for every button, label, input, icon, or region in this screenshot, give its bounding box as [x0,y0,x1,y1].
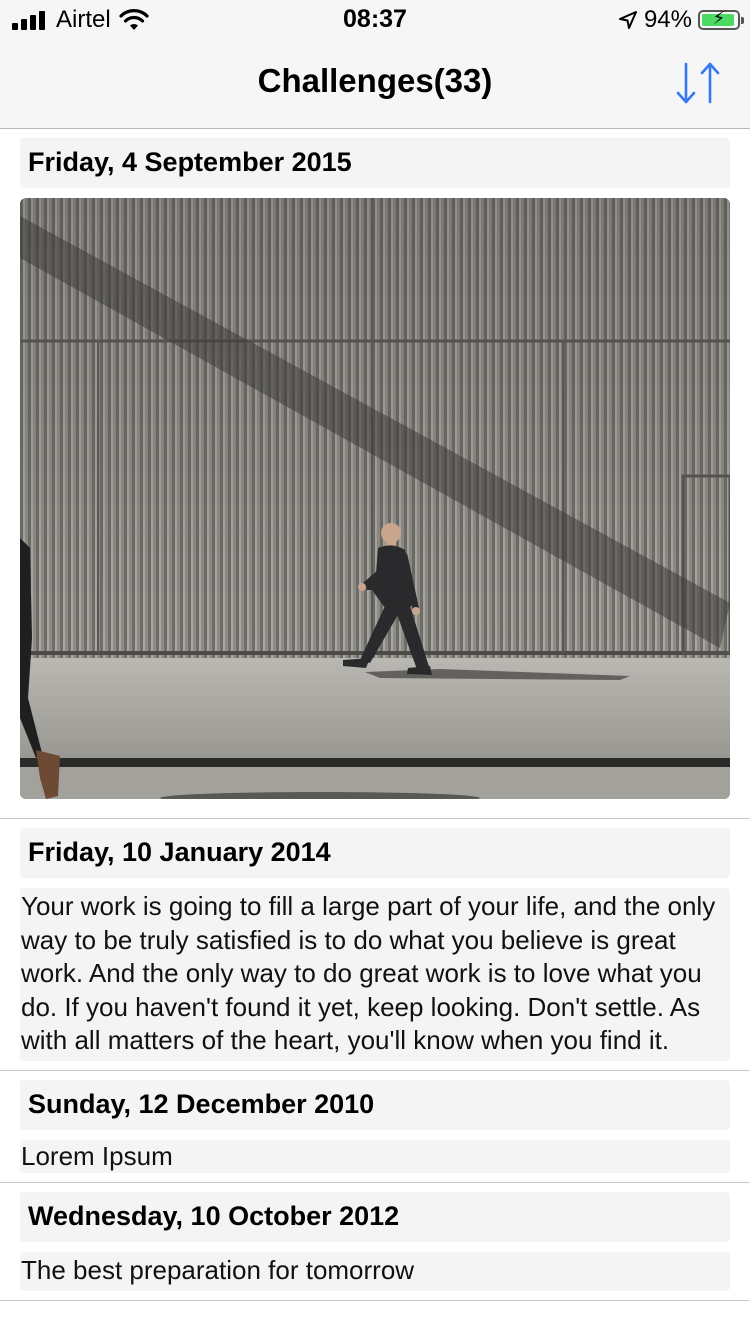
status-right: 94% ⚡ [618,6,744,34]
battery-cap [741,17,744,24]
challenge-feed[interactable]: Friday, 4 September 2015 Friday, 10 Janu… [0,129,750,1334]
status-bar: Airtel 08:37 94% ⚡ [0,0,750,40]
item-text: Lorem Ipsum [20,1139,730,1173]
feed-item[interactable]: Wednesday, 10 October 2012 The best prep… [0,1183,750,1301]
charging-bolt-icon: ⚡ [712,8,726,28]
navigation-bar: Challenges(33) [0,40,750,129]
sort-button[interactable] [672,58,724,110]
battery-charging-icon: ⚡ [698,8,744,30]
feed-item[interactable]: Friday, 10 January 2014 Your work is goi… [0,819,750,1071]
item-date: Friday, 10 January 2014 [20,828,730,878]
item-text: The best preparation for tomorrow [20,1251,730,1291]
item-text: Your work is going to fill a large part … [20,888,730,1061]
location-arrow-icon [618,11,637,29]
page-title: Challenges(33) [257,62,493,99]
feed-item[interactable]: Friday, 4 September 2015 [0,129,750,819]
item-date: Sunday, 12 December 2010 [20,1079,730,1130]
item-date: Wednesday, 10 October 2012 [20,1191,730,1242]
item-photo[interactable] [20,198,730,799]
battery-percent: 94% [643,6,692,33]
item-date: Friday, 4 September 2015 [20,138,730,188]
photo-man-walking-image [20,198,730,799]
sort-arrows-icon [676,62,720,104]
feed-item[interactable]: Sunday, 12 December 2010 Lorem Ipsum [0,1071,750,1183]
